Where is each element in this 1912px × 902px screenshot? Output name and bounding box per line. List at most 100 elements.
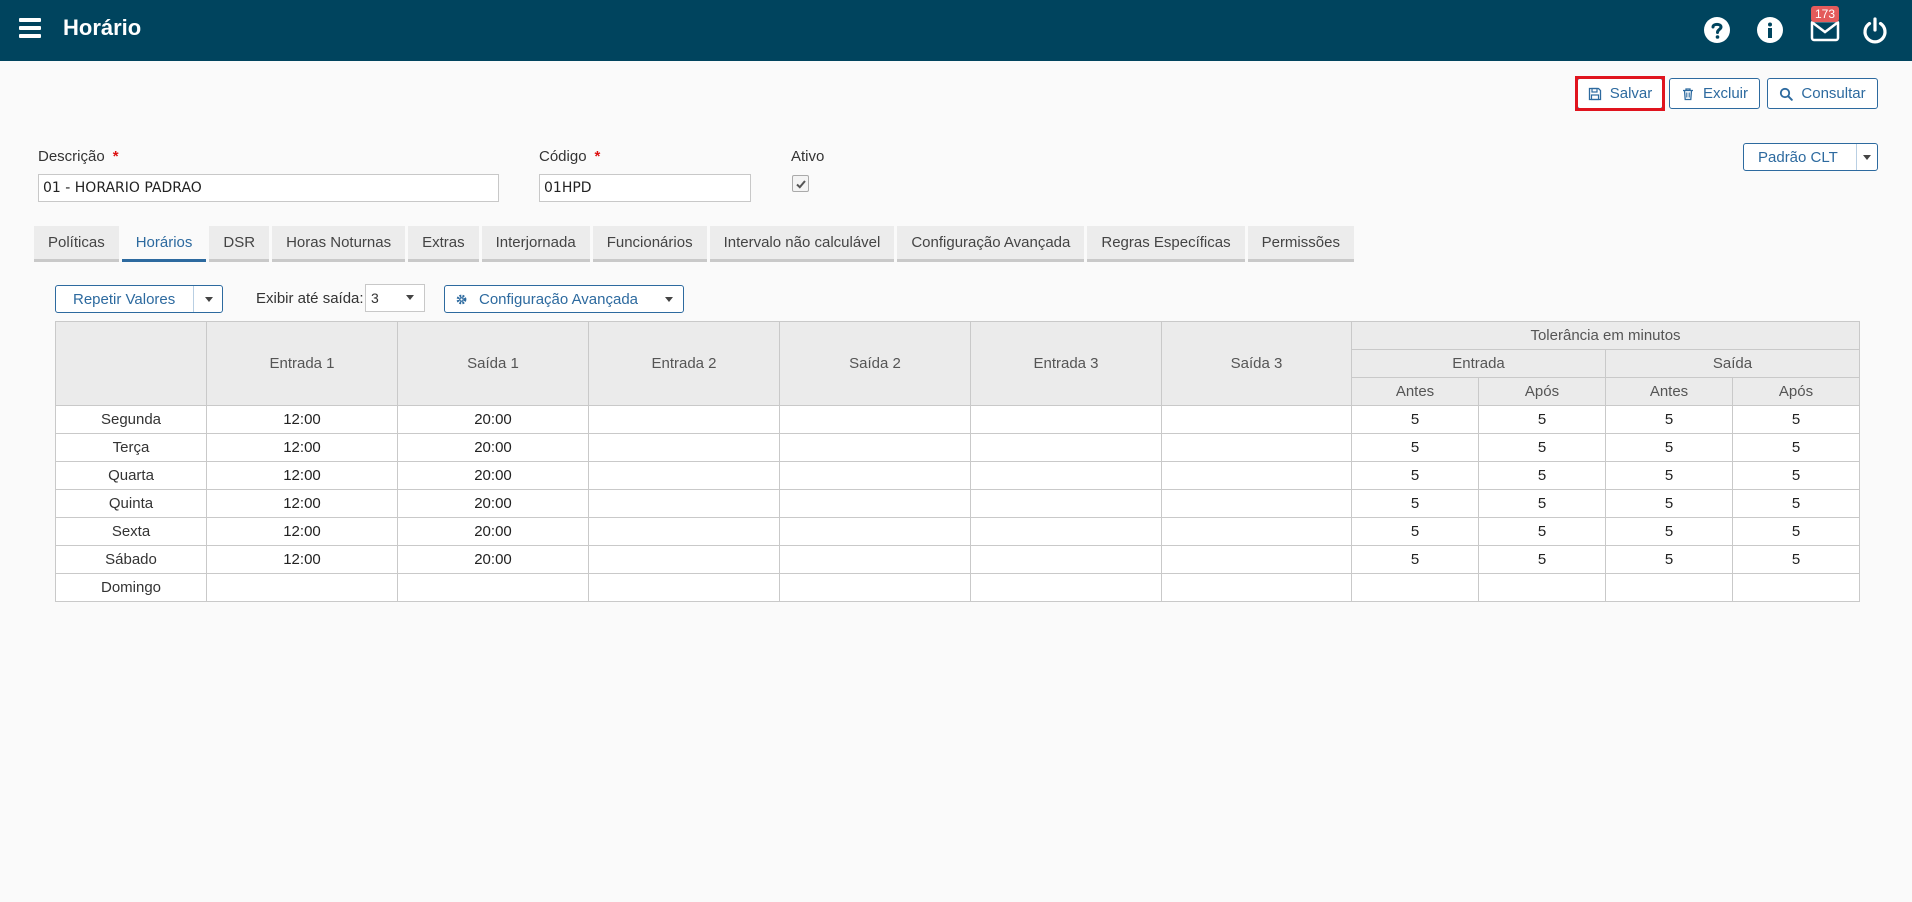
time-cell[interactable] (779, 517, 971, 546)
time-cell[interactable]: 12:00 (206, 517, 398, 546)
time-cell[interactable]: 12:00 (206, 405, 398, 434)
table-row: Domingo (55, 573, 1861, 602)
power-icon[interactable] (1861, 16, 1889, 44)
advanced-config-label: Configuração Avançada (479, 291, 639, 308)
tab-politicas[interactable]: Políticas (34, 226, 119, 262)
time-cell[interactable]: 20:00 (397, 433, 589, 462)
chevron-down-icon[interactable] (205, 297, 213, 302)
time-cell[interactable] (1161, 433, 1352, 462)
tolerance-cell[interactable]: 5 (1351, 517, 1479, 546)
time-cell[interactable]: 12:00 (206, 433, 398, 462)
tab-horas-noturnas[interactable]: Horas Noturnas (272, 226, 406, 262)
tolerance-cell[interactable]: 5 (1605, 405, 1733, 434)
tolerance-cell[interactable]: 5 (1605, 433, 1733, 462)
time-cell[interactable] (588, 517, 780, 546)
tolerance-cell[interactable]: 5 (1351, 461, 1479, 490)
tolerance-cell[interactable]: 5 (1478, 461, 1606, 490)
save-button[interactable]: Salvar (1577, 78, 1663, 109)
tab-regras-especificas[interactable]: Regras Específicas (1087, 226, 1245, 262)
tolerance-cell[interactable] (1351, 573, 1479, 602)
time-cell[interactable] (588, 405, 780, 434)
time-cell[interactable]: 20:00 (397, 405, 589, 434)
time-cell[interactable] (970, 405, 1162, 434)
description-field[interactable] (38, 174, 499, 202)
tolerance-cell[interactable] (1605, 573, 1733, 602)
tab-intervalo[interactable]: Intervalo não calculável (709, 226, 895, 262)
tolerance-cell[interactable]: 5 (1731, 405, 1861, 434)
time-cell[interactable] (588, 545, 780, 574)
active-checkbox[interactable] (792, 175, 809, 192)
time-cell[interactable] (397, 573, 589, 602)
time-cell[interactable] (1161, 545, 1352, 574)
description-label: Descrição * (38, 148, 119, 165)
tab-horarios[interactable]: Horários (121, 226, 207, 262)
tab-funcionarios[interactable]: Funcionários (592, 226, 707, 262)
time-cell[interactable]: 12:00 (206, 461, 398, 490)
time-cell[interactable]: 20:00 (397, 461, 589, 490)
time-cell[interactable]: 20:00 (397, 545, 589, 574)
time-cell[interactable] (970, 517, 1162, 546)
time-cell[interactable] (588, 573, 780, 602)
help-icon[interactable] (1703, 16, 1731, 44)
tolerance-cell[interactable]: 5 (1731, 433, 1861, 462)
tolerance-cell[interactable]: 5 (1605, 545, 1733, 574)
template-select[interactable]: Padrão CLT (1743, 143, 1878, 171)
time-cell[interactable] (970, 489, 1162, 518)
time-cell[interactable] (779, 545, 971, 574)
menu-icon[interactable] (19, 18, 41, 38)
advanced-config-button[interactable]: Configuração Avançada (444, 285, 684, 313)
time-cell[interactable] (779, 433, 971, 462)
tolerance-cell[interactable]: 5 (1731, 461, 1861, 490)
time-cell[interactable] (1161, 573, 1352, 602)
tolerance-cell[interactable]: 5 (1731, 517, 1861, 546)
time-cell[interactable] (779, 461, 971, 490)
tab-configuracao-avancada[interactable]: Configuração Avançada (897, 226, 1085, 262)
tolerance-cell[interactable]: 5 (1478, 405, 1606, 434)
tolerance-cell[interactable] (1731, 573, 1861, 602)
tolerance-cell[interactable]: 5 (1731, 489, 1861, 518)
tolerance-cell[interactable]: 5 (1478, 545, 1606, 574)
tab-permissoes[interactable]: Permissões (1247, 226, 1354, 262)
show-until-select[interactable]: 3 (365, 284, 425, 312)
tolerance-cell[interactable]: 5 (1351, 545, 1479, 574)
time-cell[interactable] (779, 405, 971, 434)
tab-extras[interactable]: Extras (408, 226, 479, 262)
tolerance-cell[interactable]: 5 (1731, 545, 1861, 574)
time-cell[interactable] (1161, 489, 1352, 518)
tolerance-cell[interactable]: 5 (1351, 405, 1479, 434)
time-cell[interactable]: 20:00 (397, 517, 589, 546)
time-cell[interactable]: 12:00 (206, 545, 398, 574)
time-cell[interactable] (1161, 461, 1352, 490)
tolerance-cell[interactable]: 5 (1478, 489, 1606, 518)
tolerance-cell[interactable]: 5 (1478, 433, 1606, 462)
time-cell[interactable] (970, 461, 1162, 490)
delete-button[interactable]: Excluir (1669, 78, 1760, 109)
tolerance-cell[interactable]: 5 (1351, 489, 1479, 518)
info-icon[interactable] (1756, 16, 1784, 44)
tolerance-cell[interactable]: 5 (1605, 489, 1733, 518)
tab-interjornada[interactable]: Interjornada (481, 226, 590, 262)
tab-dsr[interactable]: DSR (209, 226, 270, 262)
table-row: Quinta 12:00 20:00 5 5 5 5 (55, 489, 1861, 518)
time-cell[interactable] (588, 461, 780, 490)
time-cell[interactable] (970, 433, 1162, 462)
time-cell[interactable]: 12:00 (206, 489, 398, 518)
time-cell[interactable] (970, 573, 1162, 602)
time-cell[interactable] (588, 433, 780, 462)
search-button[interactable]: Consultar (1767, 78, 1878, 109)
time-cell[interactable]: 20:00 (397, 489, 589, 518)
time-cell[interactable] (970, 545, 1162, 574)
code-field[interactable] (539, 174, 751, 202)
time-cell[interactable] (206, 573, 398, 602)
tolerance-cell[interactable]: 5 (1605, 461, 1733, 490)
time-cell[interactable] (588, 489, 780, 518)
tolerance-cell[interactable]: 5 (1478, 517, 1606, 546)
time-cell[interactable] (1161, 405, 1352, 434)
time-cell[interactable] (1161, 517, 1352, 546)
tolerance-cell[interactable]: 5 (1605, 517, 1733, 546)
time-cell[interactable] (779, 573, 971, 602)
tolerance-cell[interactable] (1478, 573, 1606, 602)
time-cell[interactable] (779, 489, 971, 518)
tolerance-cell[interactable]: 5 (1351, 433, 1479, 462)
repeat-values-button[interactable]: Repetir Valores (55, 285, 223, 313)
